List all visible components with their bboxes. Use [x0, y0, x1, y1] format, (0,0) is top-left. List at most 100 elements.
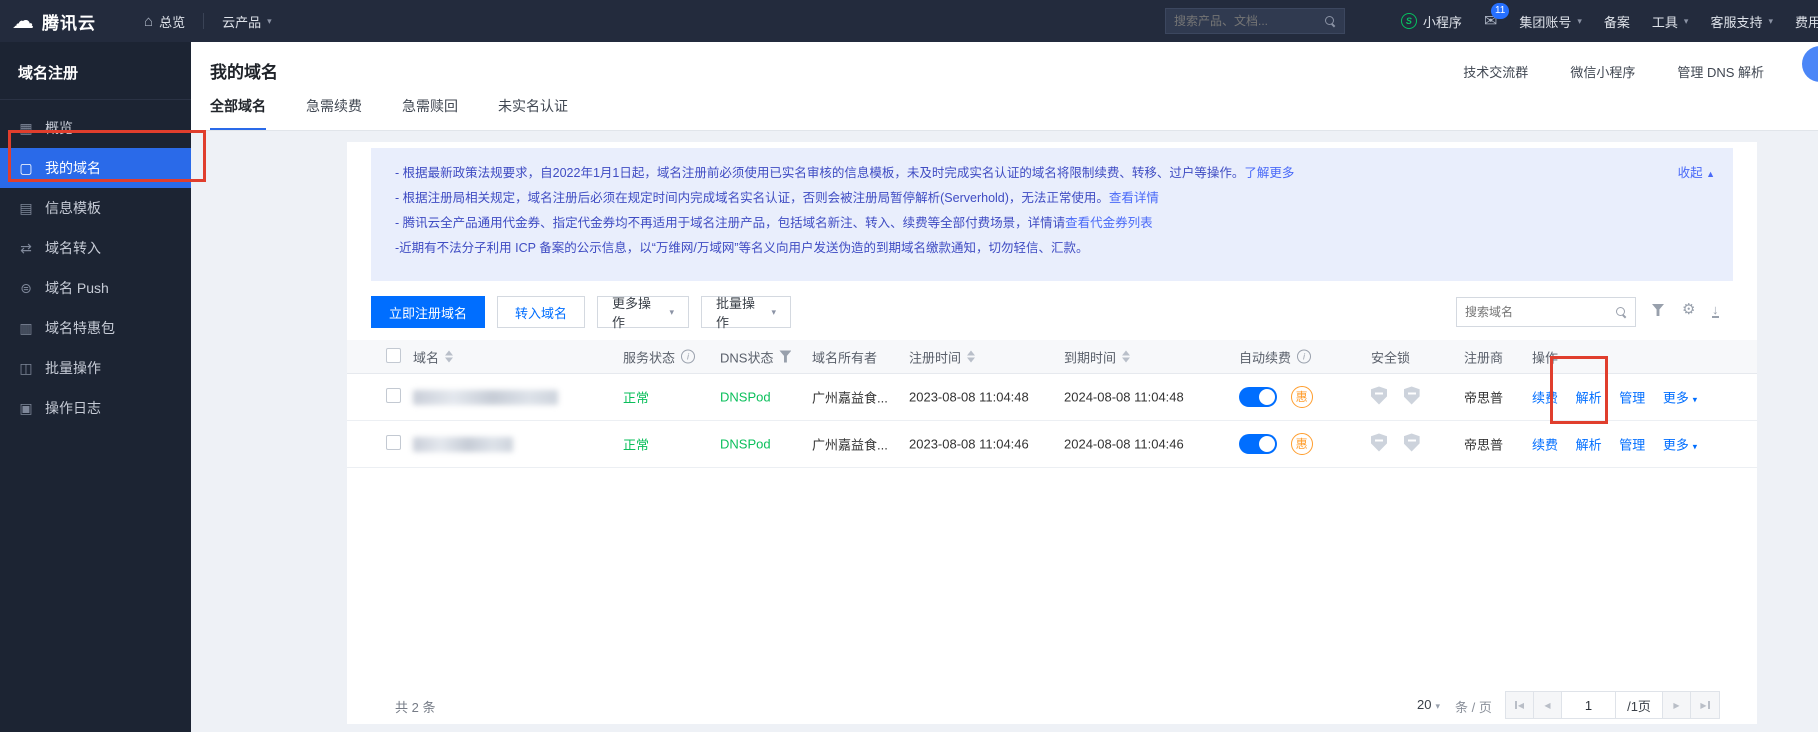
sidebar-divider — [0, 99, 191, 100]
gear-icon[interactable]: ⚙ — [1682, 303, 1695, 317]
filter-icon[interactable] — [1652, 304, 1664, 319]
nav-overview[interactable]: ⌂ 总览 — [132, 0, 197, 42]
info-icon[interactable]: i — [681, 350, 695, 364]
service-status: 正常 — [623, 435, 649, 454]
info-icon[interactable]: i — [1297, 350, 1311, 364]
sort-icon[interactable] — [445, 351, 453, 363]
total-pages: /1页 — [1616, 692, 1663, 718]
resolve-link[interactable]: 解析 — [1576, 438, 1602, 453]
sort-icon[interactable] — [967, 351, 975, 363]
voucher-list-link[interactable]: 查看代金券列表 — [1065, 216, 1153, 230]
auto-renew-toggle[interactable] — [1239, 387, 1277, 407]
nav-support[interactable]: 客服支持 ▾ — [1699, 0, 1784, 42]
auto-renew-toggle[interactable] — [1239, 434, 1277, 454]
resolve-link[interactable]: 解析 — [1576, 391, 1602, 406]
sidebar-item-domain-push[interactable]: ⊜ 域名 Push — [0, 268, 191, 308]
chevron-down-icon: ▾ — [1693, 395, 1698, 405]
sidebar-item-domain-deal-package[interactable]: ▥ 域名特惠包 — [0, 308, 191, 348]
renew-link[interactable]: 续费 — [1532, 391, 1558, 406]
sidebar: 域名注册 ▦ 概览 ▢ 我的域名 ▤ 信息模板 ⇄ 域名转入 ⊜ 域名 Push… — [0, 42, 191, 732]
document-icon: ▤ — [18, 200, 34, 217]
notice-line: - 根据注册局相关规定，域名注册后必须在规定时间内完成域名实名认证，否则会被注册… — [395, 186, 1709, 211]
tencent-cloud-logo[interactable]: ☁ 腾讯云 — [12, 9, 96, 34]
more-actions-dropdown[interactable]: 更多操作 ▾ — [597, 296, 689, 328]
more-link[interactable]: 更多 ▾ — [1663, 391, 1697, 406]
domain-search-box[interactable] — [1456, 297, 1636, 327]
transfer-lock-shield-icon[interactable] — [1371, 387, 1387, 405]
wechat-miniprogram-link[interactable]: 微信小程序 — [1570, 62, 1635, 81]
sidebar-item-info-template[interactable]: ▤ 信息模板 — [0, 188, 191, 228]
prev-page-button[interactable]: ◀ — [1534, 692, 1562, 718]
col-domain: 域名 — [413, 347, 439, 366]
nav-miniprogram[interactable]: S 小程序 — [1390, 0, 1473, 42]
sidebar-item-my-domains[interactable]: ▢ 我的域名 — [0, 148, 191, 188]
last-page-button[interactable]: ▶ — [1691, 692, 1719, 718]
cloud-logo-icon: ☁ — [12, 10, 34, 32]
global-search-input[interactable] — [1174, 14, 1325, 28]
tech-group-link[interactable]: 技术交流群 — [1463, 62, 1528, 81]
domain-search-input[interactable] — [1465, 305, 1616, 319]
nav-billing[interactable]: 费用 — [1784, 0, 1818, 42]
search-icon[interactable] — [1616, 307, 1627, 318]
nav-products[interactable]: 云产品 ▾ — [210, 0, 284, 42]
row-checkbox[interactable] — [386, 388, 401, 403]
current-page-input[interactable] — [1562, 692, 1616, 718]
blurred-domain-name[interactable] — [413, 390, 558, 405]
message-count-badge: 11 — [1491, 3, 1509, 19]
more-link[interactable]: 更多 ▾ — [1663, 438, 1697, 453]
promo-badge[interactable]: 惠 — [1291, 386, 1313, 408]
col-security-lock: 安全锁 — [1371, 347, 1410, 366]
notice-banner: - 根据最新政策法规要求，自2022年1月1日起，域名注册前必须使用已实名审核的… — [371, 148, 1733, 281]
domain-tabs: 全部域名 急需续费 急需赎回 未实名认证 — [210, 96, 608, 130]
col-auto-renew: 自动续费 — [1239, 347, 1291, 366]
first-page-button[interactable]: ◀ — [1506, 692, 1534, 718]
transfer-lock-shield-icon[interactable] — [1371, 434, 1387, 452]
col-service-status: 服务状态 — [623, 347, 675, 366]
sidebar-item-operation-log[interactable]: ▣ 操作日志 — [0, 388, 191, 428]
nav-icp[interactable]: 备案 — [1593, 0, 1641, 42]
dns-status: DNSPod — [720, 437, 771, 452]
collapse-notice-button[interactable]: 收起 ▲ — [1678, 161, 1715, 187]
row-checkbox[interactable] — [386, 435, 401, 450]
next-page-button[interactable]: ▶ — [1663, 692, 1691, 718]
transfer-in-button[interactable]: 转入域名 — [497, 296, 585, 328]
view-details-link[interactable]: 查看详情 — [1109, 191, 1159, 205]
col-registered: 注册时间 — [909, 347, 961, 366]
manage-link[interactable]: 管理 — [1619, 391, 1645, 406]
promo-badge[interactable]: 惠 — [1291, 433, 1313, 455]
renew-link[interactable]: 续费 — [1532, 438, 1558, 453]
col-dns-status: DNS状态 — [720, 347, 773, 366]
download-icon[interactable]: ↓ — [1712, 304, 1719, 318]
col-actions: 操作 — [1532, 347, 1558, 366]
learn-more-link[interactable]: 了解更多 — [1244, 166, 1294, 180]
search-icon[interactable] — [1325, 16, 1336, 27]
sidebar-item-domain-transfer-in[interactable]: ⇄ 域名转入 — [0, 228, 191, 268]
nav-group-account[interactable]: 集团账号 ▾ — [1508, 0, 1593, 42]
page-size-select[interactable]: 20▾ — [1417, 697, 1440, 712]
global-search-box[interactable] — [1165, 8, 1345, 34]
tab-renew-soon[interactable]: 急需续费 — [306, 96, 362, 130]
tab-not-verified[interactable]: 未实名认证 — [498, 96, 568, 130]
tab-all-domains[interactable]: 全部域名 — [210, 96, 266, 130]
sidebar-item-label: 批量操作 — [45, 358, 101, 378]
manage-link[interactable]: 管理 — [1619, 438, 1645, 453]
register-domain-button[interactable]: 立即注册域名 — [371, 296, 485, 328]
sort-icon[interactable] — [1122, 351, 1130, 363]
nav-divider — [203, 13, 204, 29]
filter-icon[interactable] — [779, 351, 791, 363]
tab-redeem-soon[interactable]: 急需赎回 — [402, 96, 458, 130]
update-lock-shield-icon[interactable] — [1404, 434, 1420, 452]
sidebar-item-batch-operations[interactable]: ◫ 批量操作 — [0, 348, 191, 388]
registrar: 帝思普 — [1464, 435, 1503, 454]
blurred-domain-name[interactable] — [413, 437, 513, 452]
nav-messages[interactable]: ✉ 11 — [1473, 0, 1508, 42]
batch-actions-dropdown[interactable]: 批量操作 ▾ — [701, 296, 791, 328]
sidebar-item-overview[interactable]: ▦ 概览 — [0, 108, 191, 148]
nav-tools[interactable]: 工具 ▾ — [1641, 0, 1700, 42]
sidebar-item-label: 域名 Push — [45, 278, 109, 298]
update-lock-shield-icon[interactable] — [1404, 387, 1420, 405]
select-all-checkbox[interactable] — [386, 348, 401, 363]
manage-dns-link[interactable]: 管理 DNS 解析 — [1677, 62, 1764, 81]
nav-icp-label: 备案 — [1604, 12, 1630, 31]
dns-status: DNSPod — [720, 390, 771, 405]
